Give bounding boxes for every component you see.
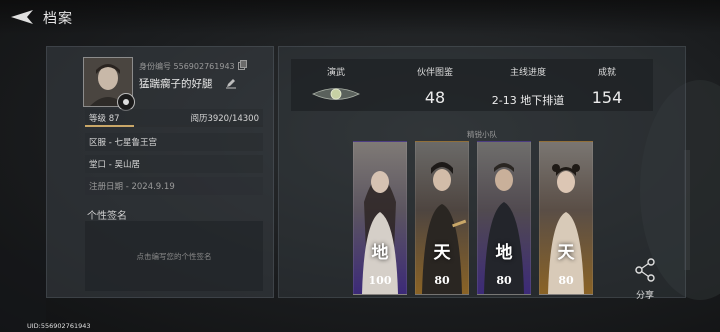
share-label: 分享 bbox=[635, 291, 654, 301]
top-bar: 档案 bbox=[0, 0, 720, 34]
character-portrait bbox=[362, 171, 398, 294]
nickname: 猛踹瘸子的好腿 bbox=[139, 78, 213, 90]
share-icon bbox=[635, 258, 655, 282]
rank-badge: 天 bbox=[557, 243, 575, 263]
server-text: 区服 - 七星鲁王宫 bbox=[89, 138, 157, 148]
signature-input[interactable]: 点击编写您的个性签名 bbox=[85, 221, 263, 291]
copy-icon[interactable] bbox=[238, 60, 247, 70]
hall-text: 堂口 - 吴山居 bbox=[89, 160, 140, 170]
signature-placeholder: 点击编写您的个性签名 bbox=[136, 252, 212, 261]
squad-label: 精锐小队 bbox=[467, 130, 497, 139]
squad-card[interactable]: 天 80 bbox=[415, 141, 469, 295]
squad-card[interactable]: 地 80 bbox=[477, 141, 531, 295]
stats-bar: 演武 伙伴图鉴 48 主线进度 2-13 地下排道 成就 154 bbox=[291, 59, 653, 111]
companions-value: 48 bbox=[424, 88, 446, 107]
server-row: 区服 - 七星鲁王宫 bbox=[85, 133, 263, 151]
stats-panel: 演武 伙伴图鉴 48 主线进度 2-13 地下排道 成就 154 精锐小队 地 … bbox=[278, 46, 686, 298]
register-date: 注册日期 - 2024.9.19 bbox=[89, 182, 175, 192]
companions-label: 伙伴图鉴 bbox=[416, 68, 453, 78]
experience-bar-fill bbox=[85, 125, 134, 127]
signature-title: 个性签名 bbox=[87, 211, 127, 222]
page-title: 档案 bbox=[43, 11, 73, 27]
player-id: 身份编号 556902761943 bbox=[139, 62, 235, 71]
rank-badge: 天 bbox=[433, 243, 451, 263]
mainline-value: 2-13 地下排道 bbox=[491, 94, 565, 107]
register-row: 注册日期 - 2024.9.19 bbox=[85, 177, 263, 195]
experience-bar bbox=[85, 125, 263, 127]
martial-label: 演武 bbox=[326, 68, 345, 78]
rank-badge: 地 bbox=[371, 243, 389, 263]
level-badge: 80 bbox=[558, 274, 574, 287]
back-arrow-icon[interactable] bbox=[9, 8, 39, 26]
character-portrait bbox=[422, 162, 467, 294]
character-portrait bbox=[548, 164, 584, 294]
rank-badge: 地 bbox=[495, 243, 513, 263]
edit-icon[interactable] bbox=[225, 77, 237, 89]
level-badge: 80 bbox=[434, 274, 450, 287]
mainline-label: 主线进度 bbox=[509, 68, 546, 78]
experience-text: 阅历3920/14300 bbox=[190, 114, 259, 124]
level-badge: 80 bbox=[496, 274, 512, 287]
level-text: 等级 87 bbox=[89, 114, 120, 124]
level-badge: 100 bbox=[368, 274, 392, 287]
character-portrait bbox=[484, 163, 524, 294]
achievements-value: 154 bbox=[591, 88, 623, 107]
squad-card[interactable]: 地 100 bbox=[353, 141, 407, 295]
achievements-label: 成就 bbox=[597, 68, 616, 78]
squad-card[interactable]: 天 80 bbox=[539, 141, 593, 295]
uid-text: UID:556902761943 bbox=[27, 322, 91, 330]
martial-badge-icon[interactable] bbox=[311, 85, 361, 103]
share-button[interactable]: 分享 bbox=[630, 252, 660, 302]
hall-row: 堂口 - 吴山居 bbox=[85, 155, 263, 173]
profile-panel: 身份编号 556902761943 猛踹瘸子的好腿 等级 87 阅历3920/1… bbox=[46, 46, 274, 298]
